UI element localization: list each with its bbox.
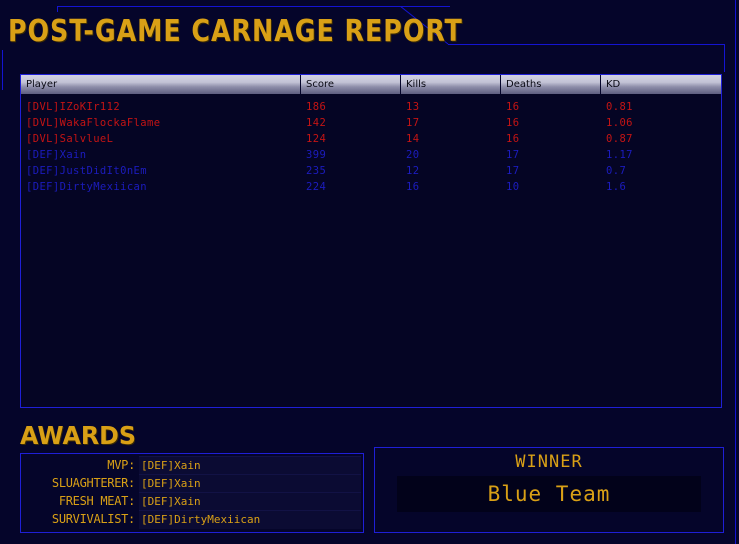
- cell-score: 186: [306, 101, 327, 113]
- cell-score: 142: [306, 117, 327, 129]
- cell-kills: 12: [406, 165, 420, 177]
- awards-heading: AWARDS: [20, 421, 136, 450]
- cell-kills: 16: [406, 181, 420, 193]
- column-header-kd[interactable]: KD: [601, 75, 721, 94]
- cell-player: [DVL]IZoKIr112: [26, 101, 121, 113]
- winner-panel: WINNER Blue Team: [374, 447, 724, 533]
- cell-kd: 1.06: [606, 117, 633, 129]
- award-label: FRESH MEAT:: [58, 494, 135, 508]
- cell-deaths: 16: [506, 133, 520, 145]
- cell-player: [DVL]SalvlueL: [26, 133, 114, 145]
- cell-kills: 14: [406, 133, 420, 145]
- table-row[interactable]: [DEF]Xain 399 20 17 1.17: [21, 147, 721, 163]
- award-row: MVP: [DEF]Xain: [23, 455, 361, 475]
- cell-deaths: 16: [506, 101, 520, 113]
- award-value: [DEF]Xain: [139, 473, 361, 493]
- cell-player: [DEF]JustDidIt0nEm: [26, 165, 147, 177]
- column-header-score[interactable]: Score: [301, 75, 401, 94]
- award-row: FRESH MEAT: [DEF]Xain: [23, 491, 361, 511]
- column-header-kills[interactable]: Kills: [401, 75, 501, 94]
- decorative-line-top: [57, 6, 450, 7]
- decorative-line-edge: [735, 0, 736, 544]
- cell-score: 224: [306, 181, 327, 193]
- award-label: SURVIVALIST:: [51, 512, 135, 526]
- cell-kills: 20: [406, 149, 420, 161]
- table-row[interactable]: [DVL]IZoKIr112 186 13 16 0.81: [21, 99, 721, 115]
- table-row[interactable]: [DEF]JustDidIt0nEm 235 12 17 0.7: [21, 163, 721, 179]
- cell-score: 399: [306, 149, 327, 161]
- cell-deaths: 17: [506, 165, 520, 177]
- scoreboard-panel: Player Score Kills Deaths KD [DVL]IZoKIr…: [20, 74, 722, 408]
- award-value: [DEF]Xain: [139, 491, 361, 511]
- award-value: [DEF]Xain: [139, 455, 361, 475]
- cell-score: 235: [306, 165, 327, 177]
- cell-kills: 17: [406, 117, 420, 129]
- decorative-line-right-corner: [724, 44, 725, 72]
- winner-team-value: Blue Team: [397, 476, 701, 512]
- cell-kd: 1.17: [606, 149, 633, 161]
- cell-kd: 0.87: [606, 133, 633, 145]
- cell-kd: 0.81: [606, 101, 633, 113]
- table-row[interactable]: [DVL]SalvlueL 124 14 16 0.87: [21, 131, 721, 147]
- award-row: SLUAGHTERER: [DEF]Xain: [23, 473, 361, 493]
- cell-deaths: 10: [506, 181, 520, 193]
- cell-player: [DVL]WakaFlockaFlame: [26, 117, 161, 129]
- cell-deaths: 16: [506, 117, 520, 129]
- cell-kd: 0.7: [606, 165, 627, 177]
- award-row: SURVIVALIST: [DEF]DirtyMexiican: [23, 509, 361, 529]
- winner-label: WINNER: [515, 452, 583, 472]
- cell-player: [DEF]Xain: [26, 149, 87, 161]
- column-header-deaths[interactable]: Deaths: [501, 75, 601, 94]
- column-header-player[interactable]: Player: [21, 75, 301, 94]
- cell-kd: 1.6: [606, 181, 627, 193]
- decorative-line-right: [448, 44, 725, 45]
- cell-score: 124: [306, 133, 327, 145]
- scoreboard-header-row: Player Score Kills Deaths KD: [21, 75, 721, 94]
- cell-deaths: 17: [506, 149, 520, 161]
- table-row[interactable]: [DVL]WakaFlockaFlame 142 17 16 1.06: [21, 115, 721, 131]
- awards-panel: MVP: [DEF]Xain SLUAGHTERER: [DEF]Xain FRESH …: [20, 453, 364, 533]
- decorative-line-left: [2, 50, 3, 90]
- page-title: POST-GAME CARNAGE REPORT: [8, 14, 463, 49]
- decorative-line-top-corner: [57, 6, 58, 12]
- award-label: SLUAGHTERER:: [51, 476, 135, 490]
- post-game-carnage-report-screen: POST-GAME CARNAGE REPORT Player Score Ki…: [0, 0, 739, 544]
- table-row[interactable]: [DEF]DirtyMexiican 224 16 10 1.6: [21, 179, 721, 195]
- cell-kills: 13: [406, 101, 420, 113]
- award-label: MVP:: [107, 458, 135, 472]
- cell-player: [DEF]DirtyMexiican: [26, 181, 147, 193]
- scoreboard-rows: [DVL]IZoKIr112 186 13 16 0.81 [DVL]WakaFlocka…: [21, 94, 721, 195]
- award-value: [DEF]DirtyMexiican: [139, 509, 361, 529]
